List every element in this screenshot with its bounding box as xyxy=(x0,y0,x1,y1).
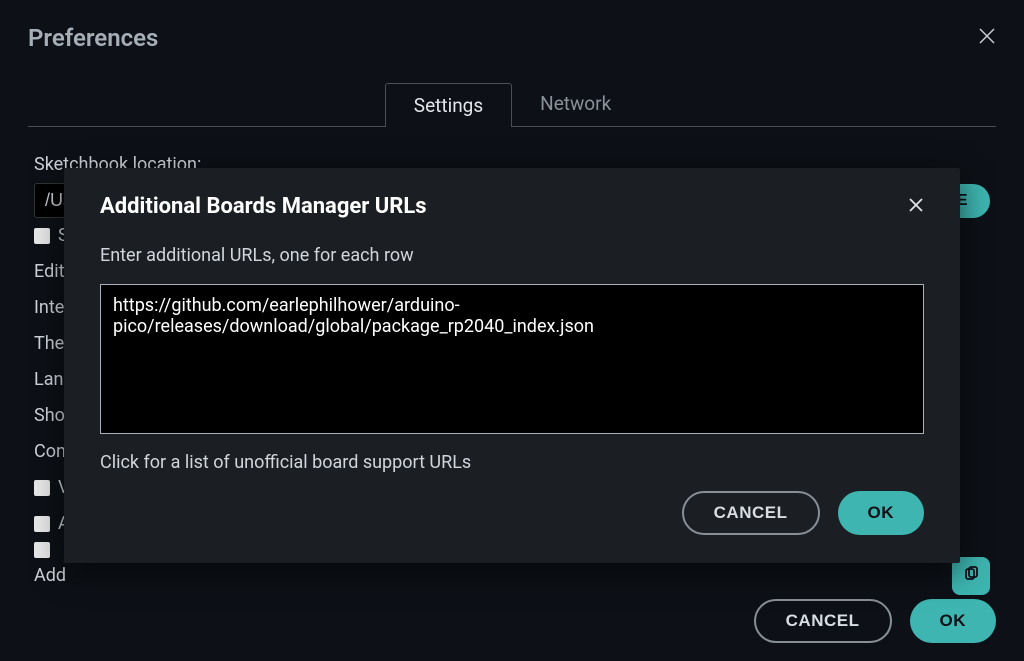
prefs-ok-button[interactable]: OK xyxy=(910,599,997,643)
tab-settings[interactable]: Settings xyxy=(385,83,512,127)
prefs-cancel-button[interactable]: CANCEL xyxy=(754,599,892,643)
unofficial-boards-link[interactable]: Click for a list of unofficial board sup… xyxy=(100,452,924,473)
tab-bar: Settings Network xyxy=(28,82,996,127)
modal-ok-button[interactable]: OK xyxy=(838,491,925,535)
autosave-checkbox[interactable] xyxy=(34,542,50,558)
verbose-checkbox[interactable] xyxy=(34,480,50,496)
modal-subtitle: Enter additional URLs, one for each row xyxy=(100,245,924,266)
modal-cancel-button[interactable]: CANCEL xyxy=(682,491,820,535)
verify-checkbox[interactable] xyxy=(34,516,50,532)
additional-boards-modal: Additional Boards Manager URLs Enter add… xyxy=(64,168,960,563)
modal-close-icon[interactable] xyxy=(908,194,924,218)
preferences-footer: CANCEL OK xyxy=(754,599,996,643)
additional-label: Add xyxy=(34,558,66,594)
page-title: Preferences xyxy=(28,24,158,52)
boards-urls-textarea[interactable] xyxy=(100,284,924,434)
modal-title: Additional Boards Manager URLs xyxy=(100,194,427,219)
show-files-checkbox[interactable] xyxy=(34,228,50,244)
close-icon[interactable] xyxy=(978,26,996,51)
tab-network[interactable]: Network xyxy=(512,82,639,126)
